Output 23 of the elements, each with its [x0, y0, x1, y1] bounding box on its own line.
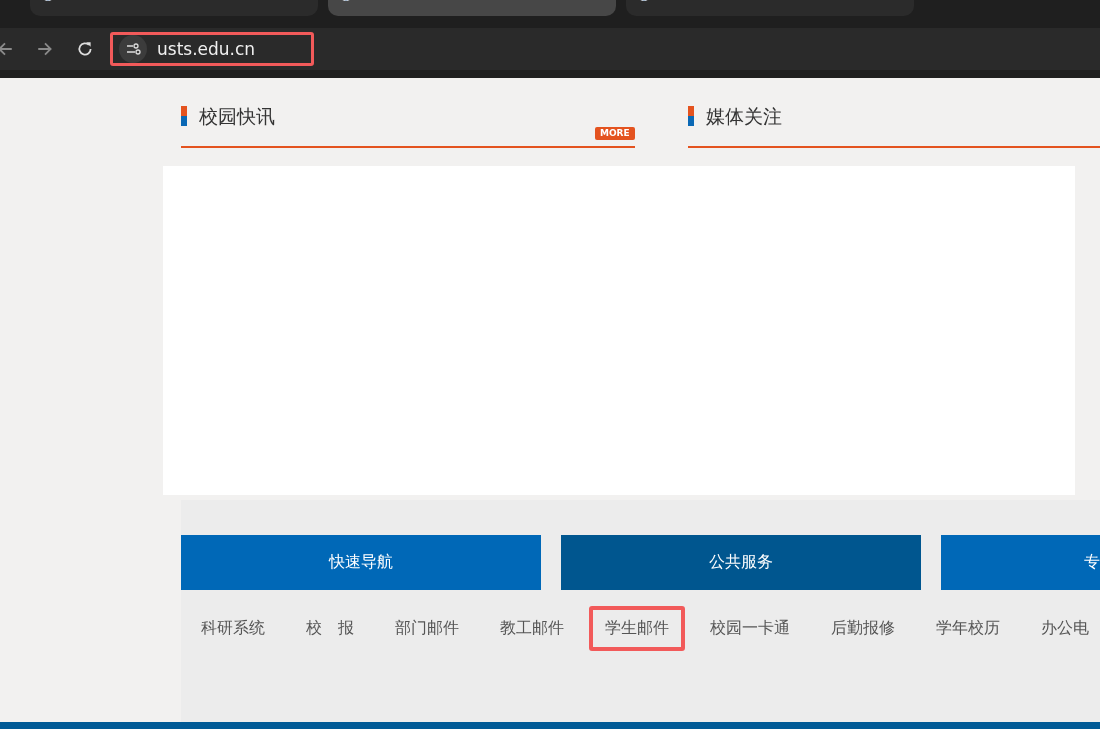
section-title: 校园快讯 — [199, 104, 275, 128]
url-text: usts.edu.cn — [157, 39, 256, 59]
forward-icon[interactable] — [36, 40, 54, 58]
quick-link[interactable]: 办公电 — [1025, 606, 1100, 651]
quick-link[interactable]: 学生邮件 — [589, 606, 685, 651]
more-button[interactable]: MORE — [594, 127, 635, 140]
section-title: 媒体关注 — [705, 104, 782, 128]
section-marker-icon — [181, 106, 187, 126]
quick-link[interactable]: 科研系统 — [185, 606, 281, 651]
section-marker-icon — [687, 106, 694, 126]
service-tab[interactable]: 公共服务 — [561, 535, 921, 590]
quick-link[interactable]: 部门邮件 — [379, 606, 475, 651]
back-icon[interactable] — [0, 40, 14, 58]
service-tab[interactable]: 专 — [941, 535, 1100, 590]
quick-link[interactable]: 学年校历 — [920, 606, 1016, 651]
site-settings-icon[interactable] — [119, 35, 147, 63]
reload-icon[interactable] — [76, 40, 94, 58]
quick-link[interactable]: 校 报 — [290, 606, 370, 651]
quick-link[interactable]: 教工邮件 — [484, 606, 580, 651]
service-tab[interactable]: 快速导航 — [181, 535, 541, 590]
address-bar[interactable]: usts.edu.cn — [110, 32, 314, 66]
quick-link[interactable]: 后勤报修 — [815, 606, 911, 651]
quick-link[interactable]: 校园一卡通 — [694, 606, 806, 651]
